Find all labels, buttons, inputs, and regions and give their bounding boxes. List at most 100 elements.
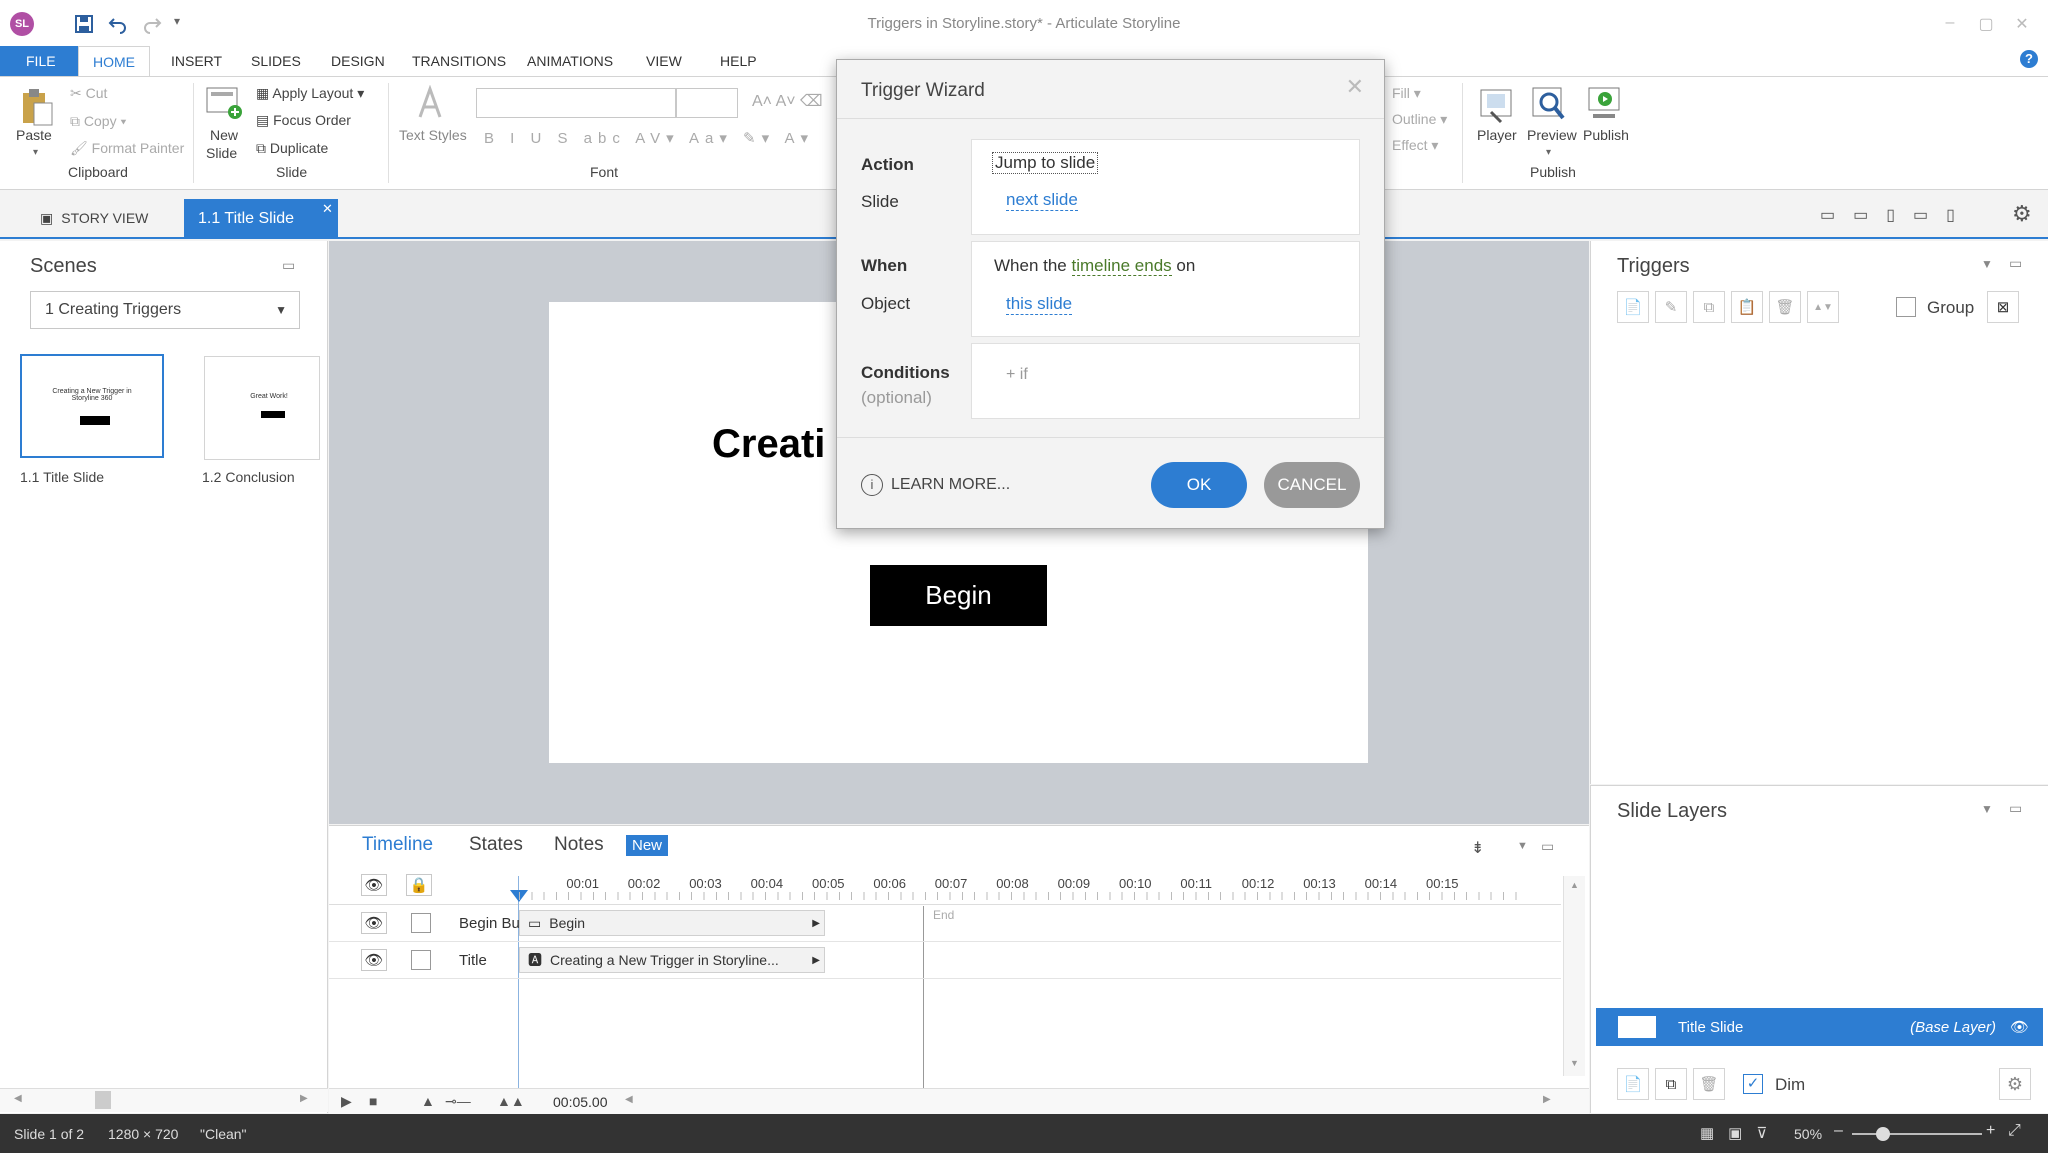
cancel-button[interactable]: CANCEL — [1264, 462, 1360, 508]
timeline-align-icon[interactable]: ⇟ — [1471, 838, 1484, 858]
close-tab-icon[interactable]: ✕ — [322, 201, 333, 217]
layer-settings-icon[interactable]: ⚙ — [1999, 1068, 2031, 1100]
tab-slides[interactable]: SLIDES — [237, 46, 315, 76]
slide-title-text[interactable]: Creati — [712, 422, 825, 467]
ok-button[interactable]: OK — [1151, 462, 1247, 508]
new-slide-icon[interactable] — [204, 83, 244, 123]
tab-animations[interactable]: ANIMATIONS — [513, 46, 627, 76]
paste-trigger-icon[interactable]: 📋 — [1731, 291, 1763, 323]
zoom-out-icon[interactable]: ▲ — [421, 1093, 435, 1109]
zoom-out-icon[interactable]: – — [1834, 1122, 1843, 1140]
duration-display[interactable]: 00:05.00 — [553, 1094, 608, 1110]
row-lock-checkbox[interactable] — [411, 913, 431, 933]
scroll-left-icon[interactable]: ◀ — [14, 1093, 22, 1104]
tab-insert[interactable]: INSERT — [157, 46, 236, 76]
duplicate-button[interactable]: ⧉ Duplicate — [256, 140, 328, 157]
panel-menu-icon[interactable]: ▼ — [1517, 840, 1528, 852]
apply-layout-button[interactable]: ▦ Apply Layout ▾ — [256, 85, 364, 102]
scroll-thumb[interactable] — [95, 1091, 111, 1109]
bar-expand-icon[interactable]: ▶ — [812, 955, 820, 966]
panel-float-icon[interactable]: ▭ — [2009, 800, 2022, 817]
scroll-left-icon[interactable]: ◀ — [625, 1094, 633, 1105]
scroll-down-icon[interactable]: ▼ — [1570, 1058, 1579, 1068]
duplicate-layer-icon[interactable]: ⧉ — [1655, 1068, 1687, 1100]
font-grow-icons[interactable]: A˄ A˅ ⌫ — [752, 91, 823, 111]
object-select[interactable]: this slide — [1006, 294, 1073, 315]
paste-dropdown-icon[interactable]: ▾ — [33, 147, 38, 158]
tab-file[interactable]: FILE — [0, 46, 82, 76]
zoom-level[interactable]: 50% — [1794, 1126, 1822, 1142]
scene-select[interactable]: 1 Creating Triggers ▼ — [30, 291, 300, 329]
scroll-right-icon[interactable]: ▶ — [1543, 1094, 1551, 1105]
tab-states[interactable]: States — [469, 834, 523, 856]
preview-dropdown-icon[interactable]: ▾ — [1546, 147, 1551, 158]
row-eye-icon[interactable]: 👁 — [361, 949, 387, 971]
base-layer-row[interactable]: Title Slide (Base Layer) 👁 — [1596, 1008, 2043, 1046]
dim-checkbox[interactable]: ✓ — [1743, 1074, 1763, 1094]
action-select[interactable]: Jump to slide — [992, 152, 1099, 174]
slide-begin-button[interactable]: Begin — [870, 565, 1047, 626]
row-lock-checkbox[interactable] — [411, 950, 431, 970]
font-size-select[interactable] — [676, 88, 738, 118]
font-format-icons[interactable]: B I U S abc AV▾ Aa▾ ✎▾ A▾ — [484, 129, 814, 147]
zoom-in-icon[interactable]: + — [1986, 1122, 1995, 1140]
tab-notes[interactable]: Notes — [554, 834, 604, 856]
timeline-vscrollbar[interactable]: ▲ ▼ — [1563, 876, 1585, 1076]
panel-float-icon[interactable]: ▭ — [2009, 255, 2022, 272]
panel-menu-icon[interactable]: ▼ — [1981, 802, 1993, 816]
zoom-in-icon[interactable]: ▲▲ — [497, 1093, 525, 1109]
timeline-row[interactable]: 👁 Begin Button ▭ Begin ▶ — [329, 905, 1561, 942]
preview-icon[interactable] — [1528, 83, 1570, 125]
timeline-row[interactable]: 👁 Title 🅰 Creating a New Trigger in Stor… — [329, 942, 1561, 979]
panel-menu-icon[interactable]: ▼ — [1981, 257, 1993, 271]
learn-more-link[interactable]: i LEARN MORE... — [861, 474, 1010, 496]
move-trigger-icon[interactable]: ▲▼ — [1807, 291, 1839, 323]
cut-button[interactable]: ✂ Cut — [70, 85, 107, 102]
delete-layer-icon[interactable]: 🗑 — [1693, 1068, 1725, 1100]
slide-thumbnail-2[interactable]: Great Work! — [204, 356, 320, 460]
copy-trigger-icon[interactable]: ⧉ — [1693, 291, 1725, 323]
fit-to-window-icon[interactable]: ⤢ — [2008, 1122, 2021, 1140]
timeline-bar[interactable]: 🅰 Creating a New Trigger in Storyline...… — [519, 947, 825, 973]
view-mode-icons[interactable]: ▦▣⊽ — [1700, 1124, 1781, 1142]
text-styles-icon[interactable] — [412, 83, 452, 123]
timeline-zoom-slider[interactable]: ⊸— — [445, 1093, 471, 1110]
variables-icon[interactable]: ⊠ — [1987, 291, 2019, 323]
format-painter-button[interactable]: 🖌 Format Painter — [70, 140, 184, 157]
tab-timeline[interactable]: Timeline — [362, 834, 433, 856]
new-layer-icon[interactable]: 📄 — [1617, 1068, 1649, 1100]
slide-select[interactable]: next slide — [1006, 190, 1078, 211]
tab-help[interactable]: HELP — [706, 46, 771, 76]
group-checkbox[interactable] — [1896, 297, 1916, 317]
tab-current-slide[interactable]: 1.1 Title Slide — [184, 199, 338, 239]
zoom-slider-thumb[interactable] — [1876, 1127, 1890, 1141]
tab-home[interactable]: HOME — [78, 46, 150, 77]
close-icon[interactable]: ✕ — [1346, 74, 1364, 100]
stop-icon[interactable]: ■ — [369, 1093, 377, 1109]
panel-float-icon[interactable]: ▭ — [1541, 838, 1554, 855]
outline-button[interactable]: Outline ▾ — [1392, 111, 1447, 128]
paste-icon[interactable] — [18, 85, 56, 129]
tab-view[interactable]: VIEW — [632, 46, 696, 76]
device-preview-icons[interactable]: ▭▭▯▭▯ — [1820, 205, 1973, 225]
publish-icon[interactable] — [1584, 83, 1626, 125]
zoom-slider[interactable] — [1852, 1127, 1982, 1141]
player-icon[interactable] — [1476, 83, 1518, 125]
maximize-icon[interactable]: ▢ — [1976, 14, 1996, 34]
fill-button[interactable]: Fill ▾ — [1392, 85, 1421, 102]
font-family-select[interactable] — [476, 88, 676, 118]
effect-button[interactable]: Effect ▾ — [1392, 137, 1438, 154]
scroll-right-icon[interactable]: ▶ — [300, 1093, 308, 1104]
tab-story-view[interactable]: ▣ STORY VIEW — [28, 201, 160, 235]
scenes-scrollbar[interactable]: ◀ ▶ — [0, 1088, 328, 1112]
tab-transitions[interactable]: TRANSITIONS — [398, 46, 520, 76]
when-event-select[interactable]: timeline ends — [1071, 256, 1172, 276]
tab-design[interactable]: DESIGN — [317, 46, 399, 76]
time-ruler[interactable] — [329, 892, 1561, 900]
eye-icon[interactable]: 👁 — [2010, 1018, 2029, 1036]
edit-trigger-icon[interactable]: ✎ — [1655, 291, 1687, 323]
settings-gear-icon[interactable]: ⚙ — [2012, 201, 2032, 227]
scroll-up-icon[interactable]: ▲ — [1570, 880, 1579, 890]
row-eye-icon[interactable]: 👁 — [361, 912, 387, 934]
focus-order-button[interactable]: ▤ Focus Order — [256, 112, 351, 129]
